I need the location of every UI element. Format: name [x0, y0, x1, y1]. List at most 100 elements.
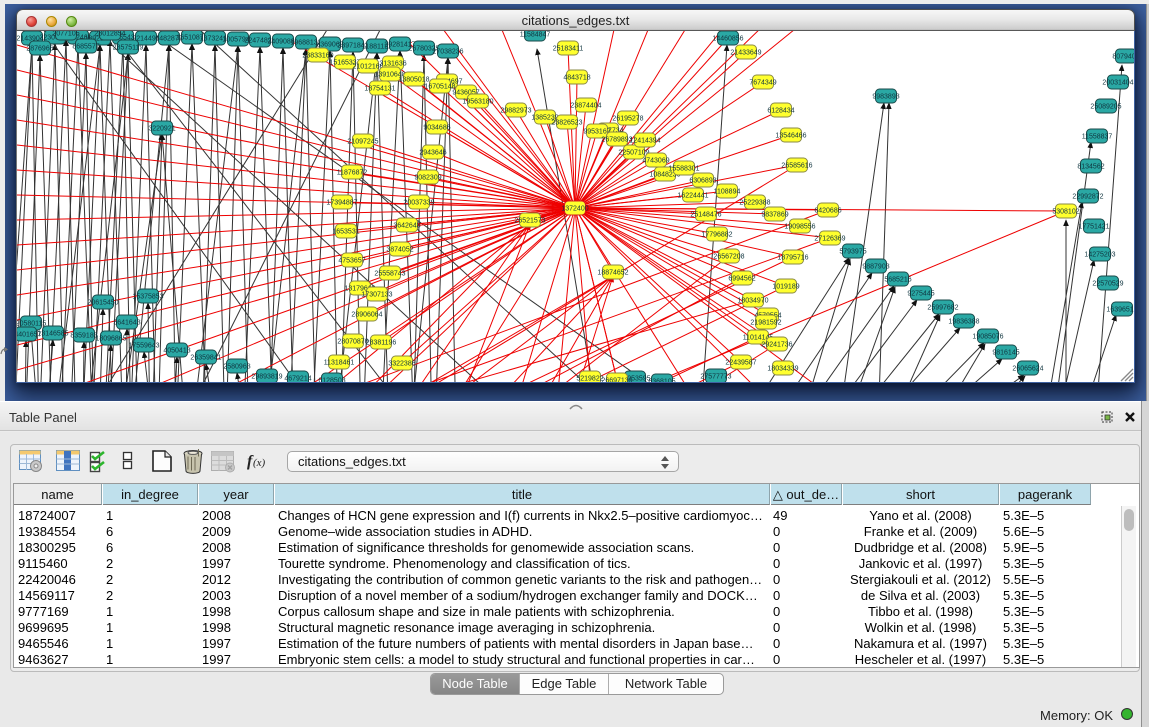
svg-text:18034970: 18034970: [737, 298, 768, 305]
svg-text:6128434: 6128434: [767, 108, 794, 115]
svg-text:5308102: 5308102: [1052, 209, 1079, 216]
svg-text:6420686: 6420686: [814, 208, 841, 215]
svg-text:25089205: 25089205: [1090, 104, 1121, 111]
svg-text:26789893: 26789893: [601, 137, 632, 144]
svg-text:21433649: 21433649: [730, 50, 761, 57]
svg-text:23874404: 23874404: [570, 103, 601, 110]
svg-text:7674349: 7674349: [749, 80, 776, 87]
svg-text:9816145: 9816145: [992, 350, 1019, 357]
svg-text:18096865: 18096865: [95, 336, 126, 343]
svg-text:27126369: 27126369: [814, 236, 845, 243]
svg-text:17559643: 17559643: [128, 343, 159, 350]
svg-text:3874052: 3874052: [386, 247, 413, 254]
svg-text:29882973: 29882973: [500, 108, 531, 115]
svg-text:26521573: 26521573: [514, 218, 545, 225]
svg-text:25997682: 25997682: [927, 305, 958, 312]
svg-text:22570529: 22570529: [1092, 281, 1123, 288]
svg-text:2876966: 2876966: [26, 46, 53, 53]
svg-text:27038236: 27038236: [432, 49, 463, 56]
svg-text:26195278: 26195278: [612, 116, 643, 123]
svg-text:27577773: 27577773: [700, 374, 731, 381]
svg-text:3131636: 3131636: [379, 61, 406, 68]
svg-text:23826523: 23826523: [551, 120, 582, 127]
svg-text:8134562: 8134562: [1077, 164, 1104, 171]
svg-text:11876872: 11876872: [337, 170, 368, 177]
svg-text:8685577: 8685577: [72, 44, 99, 51]
svg-text:2077105: 2077105: [52, 31, 79, 38]
svg-text:20615450: 20615450: [87, 300, 118, 307]
svg-text:1108894: 1108894: [714, 189, 741, 196]
svg-text:14275203: 14275203: [1084, 252, 1115, 259]
svg-text:11558837: 11558837: [1082, 134, 1113, 141]
svg-text:4843718: 4843718: [563, 75, 590, 82]
svg-text:21097245: 21097245: [347, 139, 378, 146]
svg-text:25558743: 25558743: [374, 271, 405, 278]
svg-text:26567208: 26567208: [713, 254, 744, 261]
svg-text:2580963: 2580963: [223, 364, 250, 371]
svg-text:18754131: 18754131: [364, 86, 395, 93]
svg-text:13805018: 13805018: [398, 77, 429, 84]
svg-text:28012854: 28012854: [94, 31, 125, 38]
svg-text:15375853: 15375853: [132, 294, 163, 301]
svg-text:9837869: 9837869: [761, 212, 788, 219]
svg-text:19836388: 19836388: [948, 319, 979, 326]
svg-text:9887903: 9887903: [862, 264, 889, 271]
svg-text:17751421: 17751421: [1078, 224, 1109, 231]
svg-text:12414394: 12414394: [629, 138, 660, 145]
svg-text:5219822: 5219822: [576, 376, 603, 383]
svg-text:28906064: 28906064: [351, 312, 382, 319]
svg-text:1372400: 1372400: [561, 206, 588, 213]
svg-text:4753657: 4753657: [338, 258, 365, 265]
svg-text:9275445: 9275445: [907, 291, 934, 298]
svg-text:28070870: 28070870: [337, 339, 368, 346]
svg-text:20031404: 20031404: [1102, 80, 1133, 87]
svg-text:9082309: 9082309: [414, 175, 441, 182]
svg-text:18874652: 18874652: [597, 270, 628, 277]
svg-text:6994562: 6994562: [728, 276, 755, 283]
svg-text:8079409: 8079409: [1112, 54, 1134, 61]
svg-text:15588301: 15588301: [668, 166, 699, 173]
svg-text:18795716: 18795716: [777, 255, 808, 262]
svg-text:25183411: 25183411: [553, 46, 584, 53]
svg-text:22439587: 22439587: [725, 360, 756, 367]
svg-text:29893819: 29893819: [251, 374, 282, 381]
svg-text:13146585: 13146585: [37, 331, 68, 338]
svg-text:19085076: 19085076: [972, 334, 1003, 341]
svg-text:11318461: 11318461: [324, 360, 355, 367]
svg-text:26697139: 26697139: [601, 378, 632, 383]
svg-text:5793975: 5793975: [839, 249, 866, 256]
svg-text:21981592: 21981592: [750, 320, 781, 327]
svg-text:17307133: 17307133: [361, 292, 392, 299]
svg-text:23833160: 23833160: [302, 53, 333, 60]
svg-text:3642648: 3642648: [393, 223, 420, 230]
svg-text:22992872: 22992872: [1072, 194, 1103, 201]
svg-text:5685216: 5685216: [884, 277, 911, 284]
svg-text:25229388: 25229388: [739, 200, 770, 207]
svg-text:26065624: 26065624: [1012, 366, 1043, 373]
svg-text:20037339: 20037339: [403, 200, 434, 207]
svg-text:16396513: 16396513: [1106, 307, 1134, 314]
svg-text:1653531: 1653531: [332, 229, 359, 236]
svg-text:1019189: 1019189: [772, 284, 799, 291]
svg-text:6368105: 6368105: [648, 379, 675, 383]
svg-text:14460856: 14460856: [712, 36, 743, 43]
svg-text:6128503: 6128503: [318, 378, 345, 383]
svg-text:9034686: 9034686: [423, 125, 450, 132]
svg-text:20580115: 20580115: [17, 321, 46, 328]
svg-text:26585616: 26585616: [781, 163, 812, 170]
svg-text:(x): (x): [253, 457, 266, 469]
svg-text:19563180: 19563180: [462, 99, 493, 106]
svg-text:6306893: 6306893: [689, 178, 716, 185]
svg-text:4679214: 4679214: [284, 376, 311, 383]
svg-text:28381196: 28381196: [366, 340, 397, 347]
svg-text:3220921: 3220921: [148, 126, 175, 133]
svg-text:16224441: 16224441: [677, 193, 708, 200]
svg-text:5641643: 5641643: [113, 320, 140, 327]
svg-text:26359841: 26359841: [190, 355, 221, 362]
svg-text:2943646: 2943646: [419, 150, 446, 157]
svg-text:4050413: 4050413: [163, 348, 190, 355]
svg-text:16705148: 16705148: [424, 84, 455, 91]
svg-text:13546466: 13546466: [775, 133, 806, 140]
svg-text:28575119: 28575119: [113, 45, 144, 52]
svg-text:25148476: 25148476: [690, 212, 721, 219]
